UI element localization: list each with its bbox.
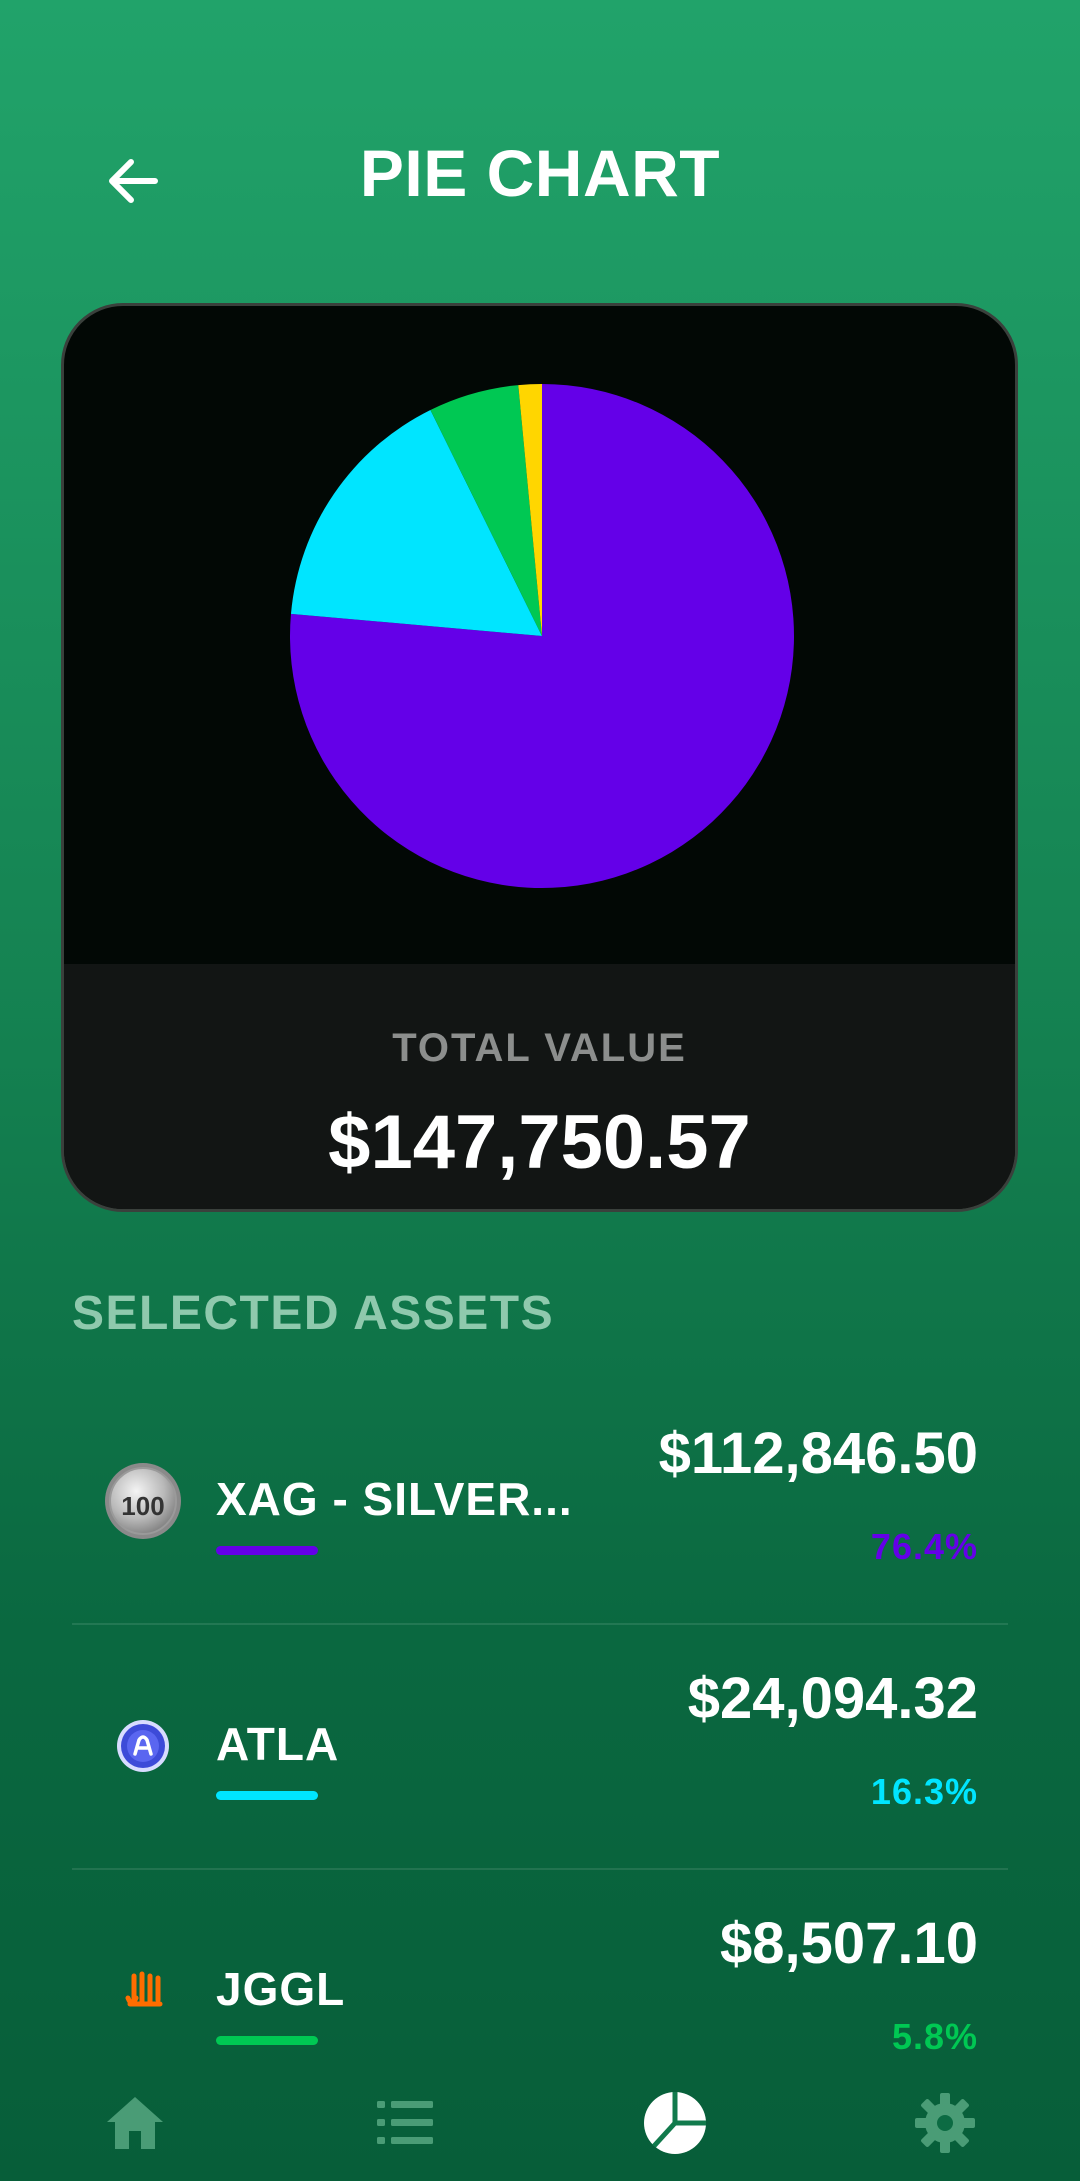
asset-percent: 5.8% xyxy=(891,2016,978,2057)
silver-coin-icon: 100 xyxy=(104,1462,182,1540)
asset-name: JGGL xyxy=(216,1963,346,2015)
asset-color-bar xyxy=(216,1546,318,1555)
asset-color-bar xyxy=(216,2036,318,2045)
gear-icon xyxy=(915,2093,975,2153)
jggl-token-icon xyxy=(104,1952,182,2030)
nav-pie-chart[interactable] xyxy=(640,2088,710,2158)
list-icon xyxy=(377,2101,433,2144)
asset-percent: 16.3% xyxy=(870,1771,978,1812)
asset-percent: 76.4% xyxy=(870,1526,978,1567)
asset-list: 100 XAG - SILVER... $112,846.50 76.4% AT… xyxy=(72,1380,1008,2113)
asset-value: $24,094.32 xyxy=(687,1666,978,1731)
atla-token-icon xyxy=(104,1707,182,1785)
asset-value: $112,846.50 xyxy=(658,1421,978,1486)
total-value-amount: $147,750.57 xyxy=(328,1100,751,1185)
page-title: PIE CHART xyxy=(359,136,721,210)
home-icon xyxy=(107,2097,163,2149)
selected-assets-heading: SELECTED ASSETS xyxy=(72,1287,555,1340)
nav-home[interactable] xyxy=(100,2088,170,2158)
bottom-navigation xyxy=(0,2070,1080,2181)
pie-chart-icon xyxy=(644,2092,706,2154)
total-value-label: TOTAL VALUE xyxy=(392,1026,687,1070)
asset-row-atla[interactable]: ATLA $24,094.32 16.3% xyxy=(72,1625,1008,1870)
pie-chart xyxy=(290,384,794,889)
total-value-panel: TOTAL VALUE $147,750.57 xyxy=(64,964,1015,1209)
svg-text:100: 100 xyxy=(121,1491,164,1521)
asset-name: ATLA xyxy=(216,1718,340,1770)
asset-name: XAG - SILVER... xyxy=(216,1473,573,1525)
asset-color-bar xyxy=(216,1791,318,1800)
nav-list[interactable] xyxy=(370,2088,440,2158)
pie-chart-card: TOTAL VALUE $147,750.57 xyxy=(61,303,1018,1212)
asset-row-xag[interactable]: 100 XAG - SILVER... $112,846.50 76.4% xyxy=(72,1380,1008,1625)
asset-value: $8,507.10 xyxy=(719,1911,978,1976)
pie-chart-area xyxy=(64,306,1015,964)
nav-settings[interactable] xyxy=(910,2088,980,2158)
